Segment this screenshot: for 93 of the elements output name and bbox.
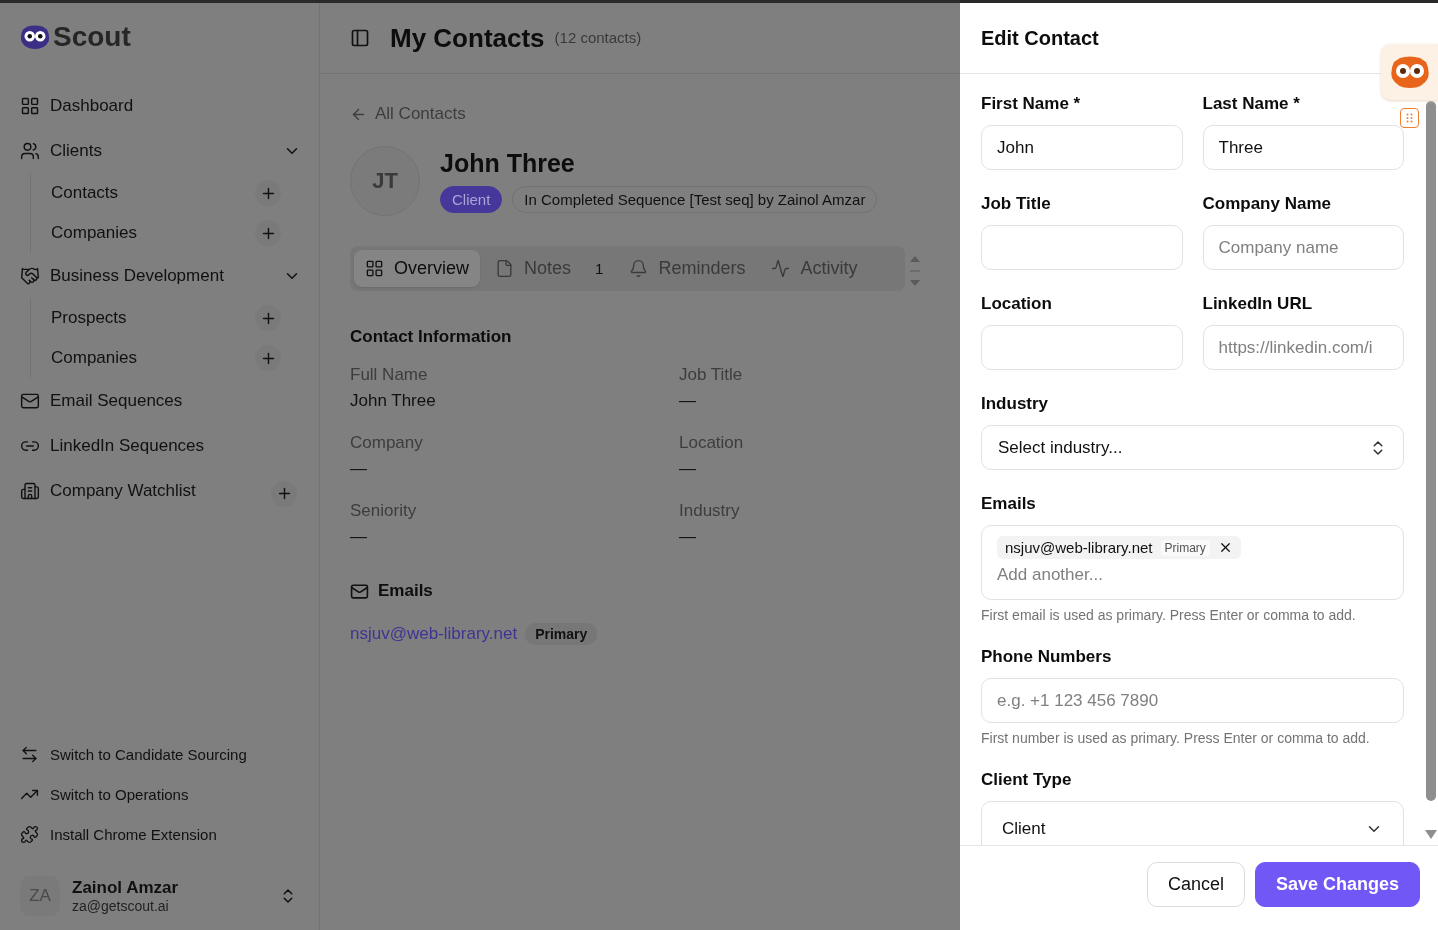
primary-badge: Primary	[525, 623, 598, 645]
field-label: Last Name *	[1202, 94, 1301, 114]
grid-icon	[365, 259, 384, 278]
nav-item[interactable]: Email Sequences	[50, 390, 301, 411]
add-button[interactable]	[255, 220, 281, 246]
puzzle-icon	[20, 824, 39, 844]
handshake-icon	[20, 265, 40, 286]
page-title: My Contacts	[390, 22, 545, 54]
text-input[interactable]	[981, 325, 1183, 370]
email-link[interactable]: nsjuv@web-library.net	[350, 624, 518, 644]
add-button[interactable]	[255, 345, 281, 371]
sidebar-toggle-icon[interactable]	[350, 28, 370, 48]
field-label: Job Title	[679, 365, 744, 385]
scrollbar-thumb[interactable]	[1426, 101, 1436, 801]
activity-icon	[771, 259, 791, 278]
tab[interactable]: Reminders	[618, 250, 757, 287]
users-icon	[20, 140, 40, 161]
contact-name: John Three	[440, 149, 576, 178]
text-input[interactable]: e.g. +1 123 456 7890	[981, 678, 1404, 723]
text-input[interactable]: John	[981, 125, 1183, 170]
field-label: Industry	[679, 501, 741, 521]
tab-count: 1	[595, 260, 604, 277]
contact-count: (12 contacts)	[554, 29, 642, 46]
field-value: —	[679, 391, 697, 411]
field-label: Location	[679, 433, 745, 453]
owl-icon	[1389, 56, 1430, 88]
field-label: Seniority	[350, 501, 418, 521]
nav-item[interactable]: Company Watchlist	[50, 480, 261, 501]
drag-handle[interactable]	[1400, 108, 1419, 128]
owl-logo-icon	[20, 25, 50, 49]
footer-link[interactable]: Switch to Candidate Sourcing	[50, 745, 247, 763]
tab[interactable]: Activity	[760, 250, 869, 287]
nav-subitem[interactable]: Companies	[51, 223, 255, 243]
add-button[interactable]	[271, 480, 297, 507]
cancel-button[interactable]: Cancel	[1146, 861, 1245, 907]
primary-badge: Primary	[1160, 539, 1210, 556]
bell-icon	[629, 259, 649, 278]
text-input[interactable]: Company name	[1202, 225, 1404, 270]
scroll-down-icon[interactable]	[1425, 830, 1437, 839]
field-label: Full Name	[350, 365, 429, 385]
field-label: Client Type	[981, 770, 1073, 790]
hint-text: First email is used as primary. Press Enter or comma to add.	[981, 607, 1357, 623]
switch-icon	[20, 744, 39, 764]
hint-text: First number is used as primary. Press Enter or comma to add.	[981, 730, 1371, 746]
nav-item[interactable]: Business Development	[50, 265, 273, 286]
drawer-title: Edit Contact	[981, 26, 1099, 50]
dashboard-icon	[20, 95, 40, 116]
assistant-widget[interactable]	[1381, 44, 1438, 100]
field-label: LinkedIn URL	[1202, 294, 1314, 314]
field-label: Location	[981, 294, 1053, 314]
nav-subitem[interactable]: Contacts	[51, 183, 255, 203]
add-button[interactable]	[255, 180, 281, 206]
nav-item[interactable]: Clients	[50, 140, 273, 161]
add-button[interactable]	[255, 305, 281, 331]
email-input-field[interactable]: nsjuv@web-library.net Primary Add another...	[981, 525, 1404, 600]
logo-text: Scout	[53, 21, 131, 53]
chip-text: nsjuv@web-library.net	[1005, 539, 1153, 556]
text-input[interactable]: https://linkedin.com/i	[1202, 325, 1404, 370]
text-input[interactable]: Three	[1202, 125, 1404, 170]
nav-item[interactable]: Dashboard	[50, 95, 301, 116]
footer-link[interactable]: Install Chrome Extension	[50, 825, 217, 843]
field-value: —	[350, 527, 368, 547]
field-value: —	[679, 459, 697, 479]
nav-subitem[interactable]: Prospects	[51, 308, 255, 328]
field-label: Company	[350, 433, 424, 453]
type-select[interactable]: Client	[981, 801, 1404, 845]
footer-link[interactable]: Switch to Operations	[50, 785, 189, 803]
field-label: Industry	[981, 394, 1050, 414]
client-badge: Client	[440, 186, 503, 213]
file-icon	[495, 259, 514, 278]
field-value: —	[350, 459, 368, 479]
nav-subitem[interactable]: Companies	[51, 348, 255, 368]
user-name: Zainol Amzar	[72, 878, 180, 898]
field-value: —	[679, 527, 697, 547]
field-label: Company Name	[1202, 194, 1332, 214]
field-label: First Name *	[981, 94, 1082, 114]
nav-item[interactable]: LinkedIn Sequences	[50, 435, 301, 456]
back-link[interactable]: All Contacts	[350, 104, 930, 124]
field-label: Emails	[981, 494, 1037, 514]
section-title: Emails	[378, 581, 433, 601]
field-value: John Three	[350, 391, 437, 411]
field-label: Phone Numbers	[981, 647, 1113, 667]
building-icon	[20, 480, 40, 501]
save-button[interactable]: Save Changes	[1254, 861, 1420, 907]
mail-icon	[350, 581, 369, 601]
industry-select[interactable]: Select industry...	[981, 425, 1404, 470]
tab[interactable]: Overview	[354, 250, 480, 287]
field-label: Job Title	[981, 194, 1052, 214]
text-input[interactable]	[981, 225, 1183, 270]
section-title: Contact Information	[350, 327, 513, 347]
user-email: za@getscout.ai	[72, 898, 170, 914]
tab[interactable]: Notes 1	[484, 250, 615, 287]
contact-avatar: JT	[350, 146, 420, 216]
